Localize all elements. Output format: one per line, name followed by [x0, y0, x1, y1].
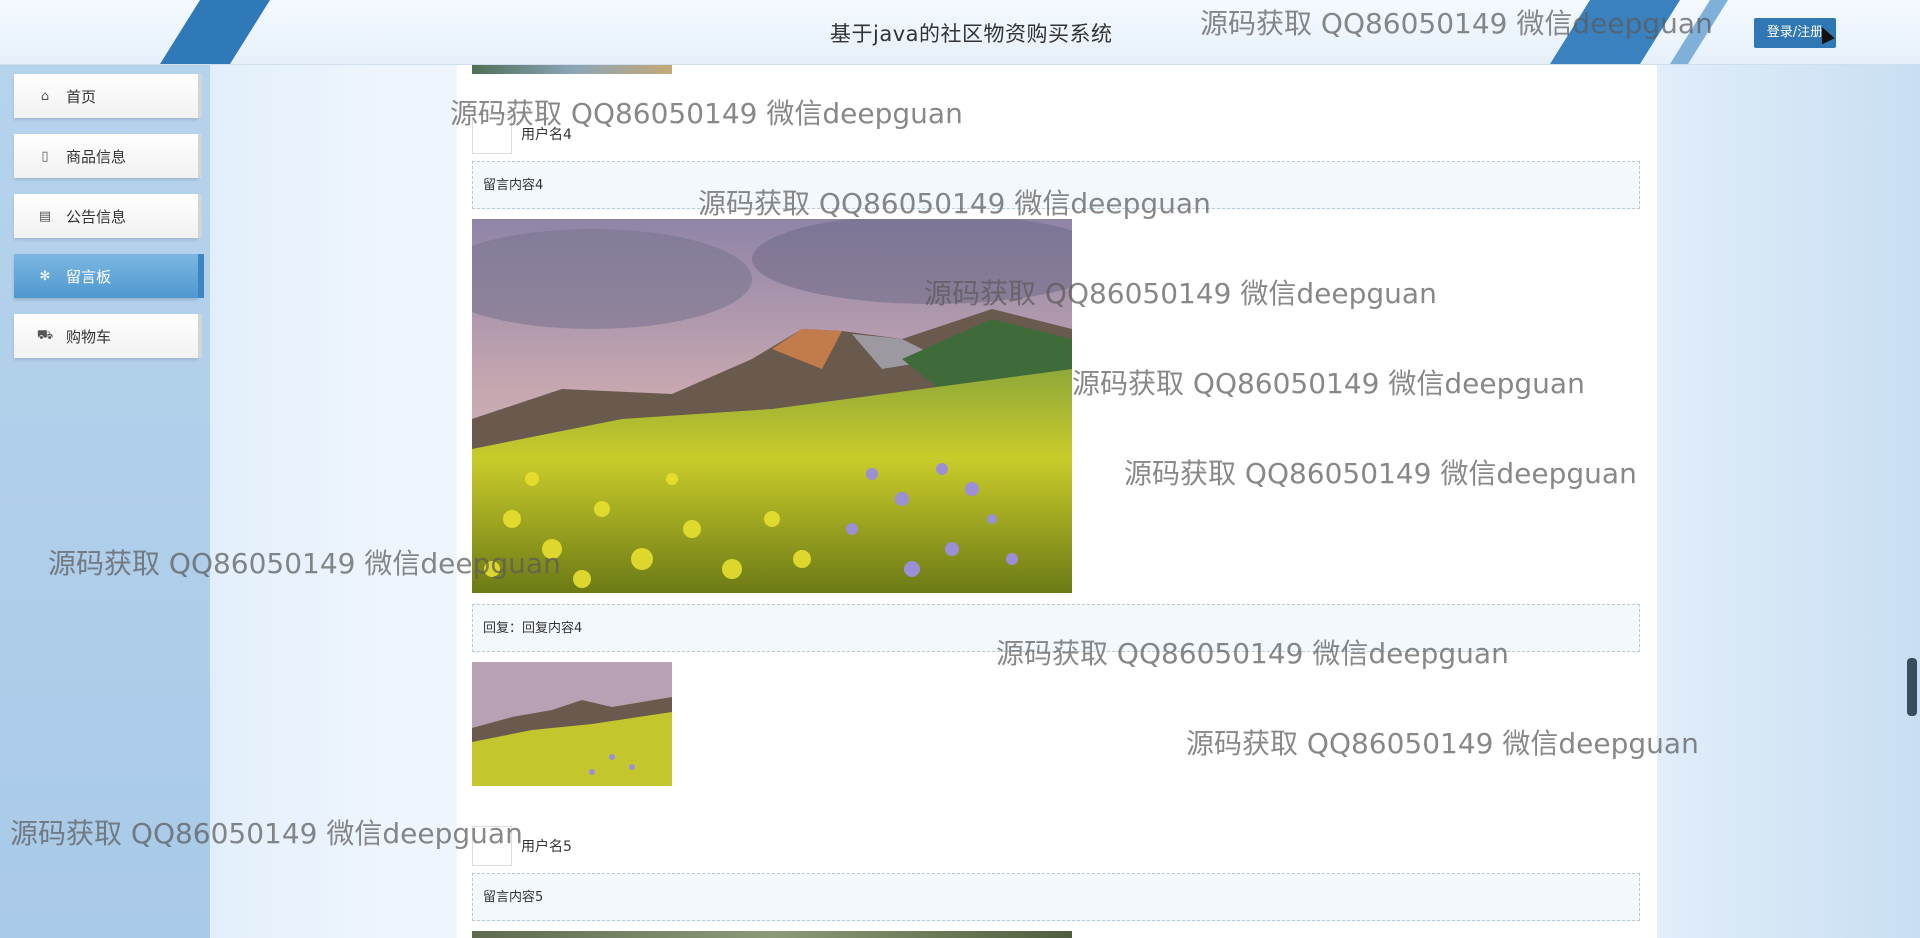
message-content: 留言内容4: [472, 161, 1640, 209]
sidebar-item-label: 留言板: [66, 267, 112, 286]
message-image: [472, 219, 1072, 593]
scrollbar-thumb[interactable]: [1907, 658, 1917, 716]
previous-message-image: [472, 64, 672, 74]
message-username: 用户名5: [521, 839, 572, 855]
sidebar-item-label: 商品信息: [66, 147, 127, 166]
sidebar-item-products[interactable]: ▯ 商品信息: [14, 134, 198, 178]
reply-image: [472, 662, 672, 786]
top-header: 基于java的社区物资购买系统 登录/注册: [0, 0, 1920, 65]
home-icon: ⌂: [40, 88, 50, 104]
header-decoration: [160, 0, 270, 64]
message-image: [472, 931, 1072, 938]
sidebar-item-label: 购物车: [66, 327, 112, 346]
reply-content: 回复：回复内容4: [472, 604, 1640, 652]
header-decoration: [1670, 0, 1728, 64]
header-decoration: [1550, 0, 1680, 64]
message-content: 留言内容5: [472, 873, 1640, 921]
site-title: 基于java的社区物资购买系统: [830, 22, 1113, 46]
document-icon: ▯: [41, 148, 49, 164]
message-username: 用户名4: [521, 127, 572, 143]
message-board-panel: 用户名4 留言内容4 回复：回复内容4 用户名5 留言内容5: [457, 64, 1657, 938]
sidebar-item-announcements[interactable]: ▤ 公告信息: [14, 194, 198, 238]
avatar: [472, 114, 512, 154]
announcement-icon: ▤: [38, 208, 52, 224]
sidebar-item-message-board[interactable]: ✻ 留言板: [14, 254, 198, 298]
sidebar-item-label: 公告信息: [66, 207, 127, 226]
sidebar-item-cart[interactable]: ⛟ 购物车: [14, 314, 198, 358]
sidebar-item-label: 首页: [66, 87, 97, 106]
avatar: [472, 826, 512, 866]
page-scrollbar[interactable]: [1903, 64, 1920, 938]
sidebar-item-home[interactable]: ⌂ 首页: [14, 74, 198, 118]
message-board-icon: ✻: [39, 268, 51, 284]
sidebar: ⌂ 首页 ▯ 商品信息 ▤ 公告信息 ✻ 留言板 ⛟ 购物车: [0, 64, 210, 938]
cart-icon: ⛟: [36, 327, 54, 343]
